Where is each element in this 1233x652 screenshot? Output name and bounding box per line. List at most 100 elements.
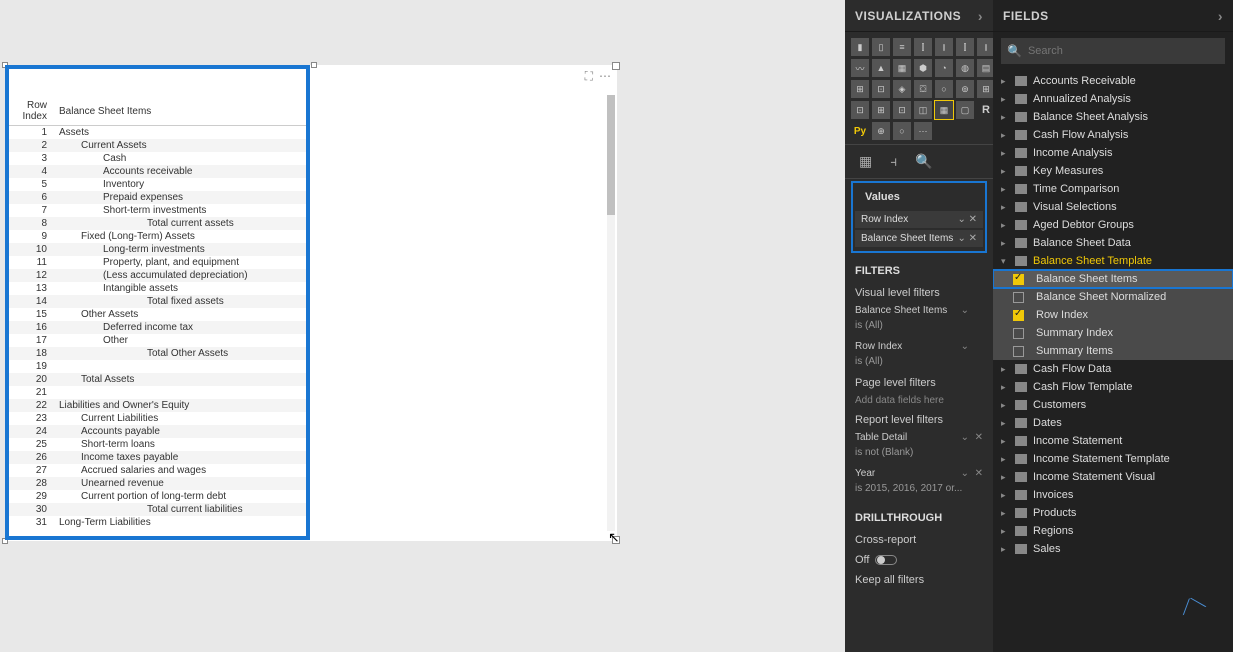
fields-panel-header[interactable]: FIELDS › bbox=[993, 0, 1233, 32]
collapse-icon[interactable]: › bbox=[1218, 0, 1223, 32]
table-row[interactable]: 31Long-Term Liabilities bbox=[9, 516, 306, 529]
fields-search[interactable]: 🔍 bbox=[1001, 38, 1225, 64]
table-row[interactable]: 30Total current liabilities bbox=[9, 503, 306, 516]
field-row-index[interactable]: Row Index bbox=[993, 306, 1233, 324]
remove-icon[interactable]: ✕ bbox=[969, 233, 977, 244]
table-annualized-analysis[interactable]: ▸Annualized Analysis bbox=[993, 90, 1233, 108]
table-row[interactable]: 20Total Assets bbox=[9, 373, 306, 386]
viz-type-icon[interactable]: ⫿ bbox=[956, 38, 974, 56]
table-row[interactable]: 12(Less accumulated depreciation) bbox=[9, 269, 306, 282]
checkbox[interactable] bbox=[1013, 328, 1024, 339]
viz-type-icon[interactable]: ⬢ bbox=[914, 59, 932, 77]
table-cash-flow-template[interactable]: ▸Cash Flow Template bbox=[993, 378, 1233, 396]
table-row[interactable]: 15Other Assets bbox=[9, 308, 306, 321]
table-row[interactable]: 27Accrued salaries and wages bbox=[9, 464, 306, 477]
add-fields-placeholder[interactable]: Add data fields here bbox=[845, 391, 993, 410]
table-products[interactable]: ▸Products bbox=[993, 504, 1233, 522]
fields-tab-icon[interactable]: ▦ bbox=[859, 153, 872, 170]
format-tab-icon[interactable]: ⫞ bbox=[890, 153, 897, 170]
table-row[interactable]: 11Property, plant, and equipment bbox=[9, 256, 306, 269]
well-row-index[interactable]: Row Index ⌄ ✕ bbox=[855, 211, 983, 228]
viz-type-icon[interactable]: ○ bbox=[935, 80, 953, 98]
toggle-switch[interactable] bbox=[875, 555, 897, 565]
viz-type-icon[interactable]: ◫ bbox=[914, 101, 932, 119]
table-row[interactable]: 6Prepaid expenses bbox=[9, 191, 306, 204]
table-row[interactable]: 18Total Other Assets bbox=[9, 347, 306, 360]
field-summary-items[interactable]: Summary Items bbox=[993, 342, 1233, 360]
cross-report-toggle-row[interactable]: Off bbox=[845, 550, 993, 570]
more-options-icon[interactable]: ⋯ bbox=[599, 69, 611, 83]
table-time-comparison[interactable]: ▸Time Comparison bbox=[993, 180, 1233, 198]
table-row[interactable]: 14Total fixed assets bbox=[9, 295, 306, 308]
filter-balance-sheet-items[interactable]: Balance Sheet Items ⌄ bbox=[845, 301, 993, 320]
viz-type-icon[interactable]: ▯ bbox=[872, 38, 890, 56]
table-row[interactable]: 13Intangible assets bbox=[9, 282, 306, 295]
viz-type-icon[interactable]: ◔ bbox=[935, 59, 953, 77]
table-row[interactable]: 19 bbox=[9, 360, 306, 373]
viz-type-icon[interactable]: ◈ bbox=[893, 80, 911, 98]
analytics-tab-icon[interactable]: 🔍 bbox=[915, 153, 932, 170]
viz-type-icon[interactable]: ⊡ bbox=[872, 80, 890, 98]
table-row[interactable]: 9Fixed (Long-Term) Assets bbox=[9, 230, 306, 243]
table-row[interactable]: 16Deferred income tax bbox=[9, 321, 306, 334]
table-row[interactable]: 1Assets bbox=[9, 126, 306, 140]
viz-type-icon[interactable]: ▦ bbox=[935, 101, 953, 119]
table-invoices[interactable]: ▸Invoices bbox=[993, 486, 1233, 504]
viz-type-icon[interactable]: ▢ bbox=[956, 101, 974, 119]
table-income-analysis[interactable]: ▸Income Analysis bbox=[993, 144, 1233, 162]
table-row[interactable]: 3Cash bbox=[9, 152, 306, 165]
resize-handle[interactable] bbox=[311, 62, 317, 68]
table-row[interactable]: 10Long-term investments bbox=[9, 243, 306, 256]
table-row[interactable]: 5Inventory bbox=[9, 178, 306, 191]
search-input[interactable] bbox=[1028, 45, 1219, 57]
table-row[interactable]: 17Other bbox=[9, 334, 306, 347]
table-cash-flow-analysis[interactable]: ▸Cash Flow Analysis bbox=[993, 126, 1233, 144]
table-visual[interactable]: Row Index Balance Sheet Items 1Assets2Cu… bbox=[5, 65, 310, 540]
table-row[interactable]: 24Accounts payable bbox=[9, 425, 306, 438]
viz-type-icon[interactable]: ⋯ bbox=[914, 122, 932, 140]
table-regions[interactable]: ▸Regions bbox=[993, 522, 1233, 540]
table-row[interactable]: 29Current portion of long-term debt bbox=[9, 490, 306, 503]
viz-type-icon[interactable]: ◍ bbox=[956, 59, 974, 77]
table-row[interactable]: 26Income taxes payable bbox=[9, 451, 306, 464]
field-balance-sheet-items[interactable]: Balance Sheet Items bbox=[993, 270, 1233, 288]
collapse-icon[interactable]: › bbox=[978, 0, 983, 32]
filter-table-detail[interactable]: Table Detail ⌄ ✕ bbox=[845, 428, 993, 447]
table-row[interactable]: 23Current Liabilities bbox=[9, 412, 306, 425]
expand-icon[interactable]: ⌄ bbox=[961, 305, 969, 316]
viz-type-icon[interactable]: ⊡ bbox=[851, 101, 869, 119]
viz-type-icon[interactable]: ○ bbox=[893, 122, 911, 140]
table-income-statement-template[interactable]: ▸Income Statement Template bbox=[993, 450, 1233, 468]
viz-type-icon[interactable]: ⊚ bbox=[956, 80, 974, 98]
table-income-statement[interactable]: ▸Income Statement bbox=[993, 432, 1233, 450]
table-accounts-receivable[interactable]: ▸Accounts Receivable bbox=[993, 72, 1233, 90]
table-sales[interactable]: ▸Sales bbox=[993, 540, 1233, 558]
field-summary-index[interactable]: Summary Index bbox=[993, 324, 1233, 342]
viz-type-icon[interactable]: ▲ bbox=[872, 59, 890, 77]
well-menu[interactable]: ⌄ ✕ bbox=[957, 233, 977, 244]
viz-type-icon[interactable]: ⊞ bbox=[851, 80, 869, 98]
remove-icon[interactable]: ✕ bbox=[975, 468, 983, 479]
scroll-thumb[interactable] bbox=[607, 95, 615, 215]
table-income-statement-visual[interactable]: ▸Income Statement Visual bbox=[993, 468, 1233, 486]
col-header-row-index[interactable]: Row Index bbox=[9, 97, 53, 126]
filter-row-index[interactable]: Row Index ⌄ bbox=[845, 337, 993, 356]
field-balance-sheet-normalized[interactable]: Balance Sheet Normalized bbox=[993, 288, 1233, 306]
viz-type-icon[interactable]: ▦ bbox=[893, 59, 911, 77]
table-row[interactable]: 7Short-term investments bbox=[9, 204, 306, 217]
viz-type-icon[interactable]: ⫾ bbox=[935, 38, 953, 56]
checkbox[interactable] bbox=[1013, 292, 1024, 303]
table-balance-sheet-template[interactable]: ▾Balance Sheet Template bbox=[993, 252, 1233, 270]
table-cash-flow-data[interactable]: ▸Cash Flow Data bbox=[993, 360, 1233, 378]
viz-type-icon[interactable]: ▮ bbox=[851, 38, 869, 56]
viz-type-icon[interactable]: ⊡ bbox=[893, 101, 911, 119]
checkbox[interactable] bbox=[1013, 310, 1024, 321]
checkbox[interactable] bbox=[1013, 346, 1024, 357]
viz-type-icon[interactable]: ⛋ bbox=[914, 80, 932, 98]
viz-type-icon[interactable]: ⊞ bbox=[872, 101, 890, 119]
table-row[interactable]: 21 bbox=[9, 386, 306, 399]
viz-panel-header[interactable]: VISUALIZATIONS › bbox=[845, 0, 993, 32]
scrollbar[interactable] bbox=[607, 95, 615, 531]
viz-type-icon[interactable]: ≡ bbox=[893, 38, 911, 56]
remove-icon[interactable]: ✕ bbox=[975, 432, 983, 443]
